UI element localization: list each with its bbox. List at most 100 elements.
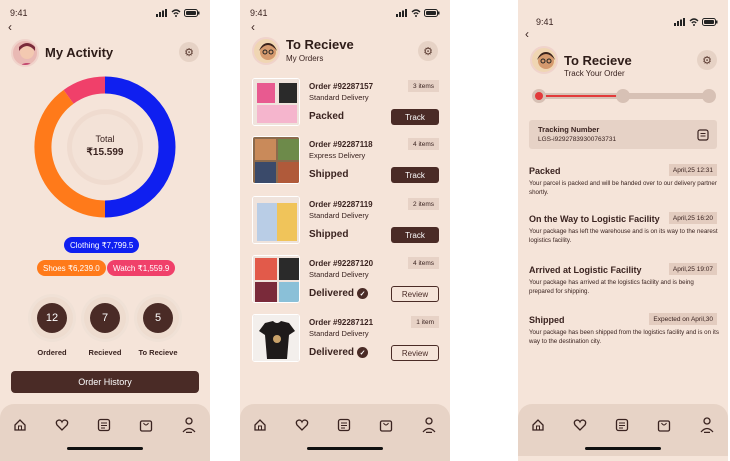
home-icon[interactable] bbox=[529, 416, 547, 434]
legend-clothing: Clothing ₹7,799.5 bbox=[64, 237, 140, 253]
event-title: Packed bbox=[529, 166, 561, 176]
order-card[interactable]: Order #92287119 Standard Delivery 2 items S… bbox=[252, 196, 442, 246]
status-bar: 9:41 bbox=[10, 8, 200, 18]
event-title: On the Way to Logistic Facility bbox=[529, 214, 660, 224]
list-icon[interactable] bbox=[95, 416, 113, 434]
heart-icon[interactable] bbox=[293, 416, 311, 434]
tab-bar bbox=[518, 404, 728, 456]
bag-icon[interactable] bbox=[377, 416, 395, 434]
status-time: 9:41 bbox=[250, 8, 268, 18]
bag-icon[interactable] bbox=[655, 416, 673, 434]
order-status: Delivered ✓ bbox=[309, 347, 369, 358]
status-bar: 9:41 bbox=[536, 17, 718, 27]
screen-my-activity: 9:41 ‹ My Activity ⚙ Total ₹15.599 Cloth… bbox=[0, 0, 210, 461]
page-title: My Activity bbox=[45, 45, 114, 60]
tracking-progress bbox=[532, 89, 716, 103]
order-history-button[interactable]: Order History bbox=[11, 371, 199, 393]
screen-my-orders: 9:41 ‹ To Recieve My Orders ⚙ Order #922… bbox=[240, 0, 450, 461]
order-thumbnail bbox=[252, 314, 300, 362]
home-icon[interactable] bbox=[11, 416, 29, 434]
profile-icon[interactable] bbox=[698, 416, 716, 434]
order-delivery-type: Standard Delivery bbox=[309, 329, 369, 338]
legend-watch: Watch ₹1,559.9 bbox=[107, 260, 176, 276]
avatar[interactable] bbox=[530, 46, 558, 74]
order-card[interactable]: Order #92287118 Express Delivery 4 items Sh… bbox=[252, 136, 442, 186]
status-bar: 9:41 bbox=[250, 8, 440, 18]
order-delivery-type: Express Delivery bbox=[309, 151, 366, 160]
event-description: Your parcel is packed and will be handed… bbox=[529, 180, 717, 196]
order-status-text: Delivered bbox=[309, 347, 355, 358]
order-status: Delivered ✓ bbox=[309, 288, 369, 299]
total-value: ₹15.599 bbox=[86, 147, 124, 158]
order-item-count: 4 items bbox=[408, 138, 439, 150]
heart-icon[interactable] bbox=[53, 416, 71, 434]
total-label: Total bbox=[95, 134, 115, 144]
progress-step-3 bbox=[702, 89, 716, 103]
status-icons bbox=[156, 9, 200, 17]
copy-icon[interactable] bbox=[697, 128, 709, 146]
event-description: Your package has been shipped from the l… bbox=[529, 329, 719, 345]
settings-gear-icon[interactable]: ⚙ bbox=[179, 42, 199, 62]
track-button[interactable]: Track bbox=[391, 167, 439, 183]
page-title: To Recieve bbox=[564, 53, 632, 68]
tracking-card: Tracking Number LGS-i92927839300763731 bbox=[529, 120, 717, 149]
tracking-number: LGS-i92927839300763731 bbox=[538, 136, 617, 143]
stat-received[interactable]: 7 bbox=[84, 297, 126, 339]
avatar[interactable] bbox=[11, 39, 39, 67]
order-item-count: 4 items bbox=[408, 257, 439, 269]
review-button[interactable]: Review bbox=[391, 286, 439, 302]
stat-ordered-label: Ordered bbox=[37, 348, 67, 357]
signal-icon bbox=[396, 9, 407, 17]
settings-gear-icon[interactable]: ⚙ bbox=[418, 41, 438, 61]
review-button[interactable]: Review bbox=[391, 345, 439, 361]
order-card[interactable]: Order #92287120 Standard Delivery 4 items D… bbox=[252, 255, 442, 305]
tab-bar bbox=[240, 404, 450, 461]
order-status: Shipped bbox=[309, 229, 348, 240]
legend-shoes: Shoes ₹6,239.0 bbox=[37, 260, 106, 276]
settings-gear-icon[interactable]: ⚙ bbox=[697, 50, 717, 70]
order-delivery-type: Standard Delivery bbox=[309, 93, 369, 102]
stat-received-label: Recieved bbox=[88, 348, 122, 357]
event-title: Arrived at Logistic Facility bbox=[529, 265, 642, 275]
order-card[interactable]: Order #92287157 Standard Delivery 3 items P… bbox=[252, 78, 442, 128]
track-button[interactable]: Track bbox=[391, 109, 439, 125]
signal-icon bbox=[674, 18, 685, 26]
order-card[interactable]: Order #92287121 Standard Delivery 1 item De… bbox=[252, 314, 442, 364]
event-date: April,25 19:07 bbox=[668, 263, 717, 275]
stat-ordered-value: 12 bbox=[37, 303, 67, 333]
list-icon[interactable] bbox=[613, 416, 631, 434]
order-delivery-type: Standard Delivery bbox=[309, 270, 369, 279]
bag-icon[interactable] bbox=[137, 416, 155, 434]
order-thumbnail bbox=[252, 196, 300, 244]
battery-icon bbox=[424, 9, 440, 17]
donut-segment-watch bbox=[63, 76, 106, 104]
stat-ordered[interactable]: 12 bbox=[31, 297, 73, 339]
list-icon[interactable] bbox=[335, 416, 353, 434]
home-icon[interactable] bbox=[251, 416, 269, 434]
track-button[interactable]: Track bbox=[391, 227, 439, 243]
event-date: April,25 12:31 bbox=[668, 164, 717, 176]
stat-to-receive[interactable]: 5 bbox=[137, 297, 179, 339]
home-indicator bbox=[307, 447, 383, 450]
home-indicator bbox=[67, 447, 143, 450]
back-arrow-icon[interactable]: ‹ bbox=[8, 21, 12, 33]
profile-icon[interactable] bbox=[420, 416, 438, 434]
order-item-count: 2 items bbox=[408, 198, 439, 210]
heart-icon[interactable] bbox=[571, 416, 589, 434]
back-arrow-icon[interactable]: ‹ bbox=[525, 28, 529, 40]
event-date: Expected on April,30 bbox=[649, 313, 717, 325]
order-id: Order #92287118 bbox=[309, 140, 373, 149]
order-thumbnail bbox=[252, 255, 300, 303]
event-title: Shipped bbox=[529, 315, 565, 325]
page-title: To Recieve bbox=[286, 37, 354, 52]
order-id: Order #92287157 bbox=[309, 82, 374, 91]
wifi-icon bbox=[689, 18, 699, 26]
avatar[interactable] bbox=[252, 37, 280, 65]
back-arrow-icon[interactable]: ‹ bbox=[251, 21, 255, 33]
order-status: Shipped bbox=[309, 169, 348, 180]
check-circle-icon: ✓ bbox=[357, 347, 369, 358]
profile-icon[interactable] bbox=[180, 416, 198, 434]
check-circle-icon: ✓ bbox=[357, 288, 369, 299]
tracking-label: Tracking Number bbox=[538, 125, 600, 134]
order-status-text: Delivered bbox=[309, 288, 355, 299]
